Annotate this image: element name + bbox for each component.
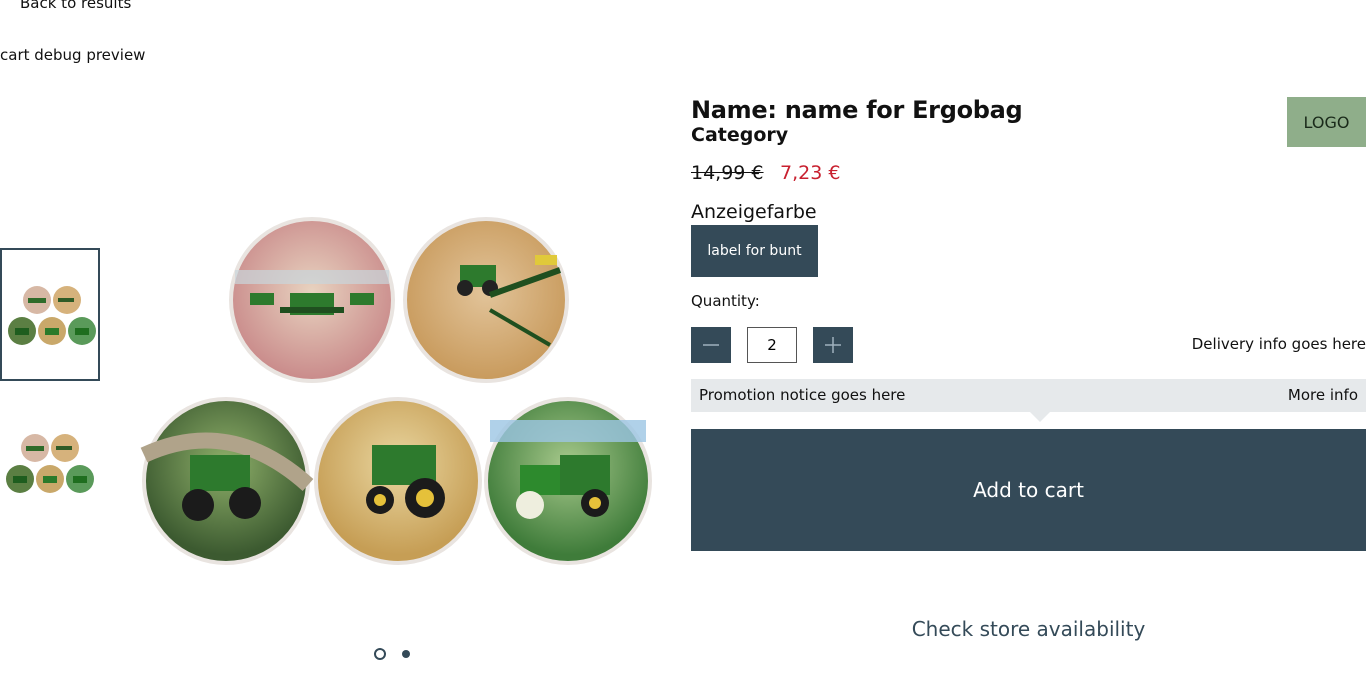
carousel-dots <box>374 648 410 660</box>
plate-tractor-field <box>314 397 482 565</box>
brand-logo: LOGO <box>1287 97 1366 147</box>
thumbnail-image <box>6 434 94 493</box>
carousel-dot-2[interactable] <box>402 650 410 658</box>
product-title: Name: name for Ergobag <box>691 96 1023 124</box>
promotion-text: Promotion notice goes here <box>699 386 906 404</box>
color-option-bunt[interactable]: label for bunt <box>691 225 818 277</box>
color-label: Anzeigefarbe <box>691 201 817 223</box>
product-category: Category <box>691 124 789 146</box>
thumbnail-2[interactable] <box>0 398 100 531</box>
quantity-decrease-button[interactable] <box>691 327 731 363</box>
original-price: 14,99 € <box>691 162 764 184</box>
thumbnail-1[interactable] <box>0 248 100 381</box>
add-to-cart-button[interactable]: Add to cart <box>691 429 1366 551</box>
plate-tractor-road <box>140 397 314 565</box>
promotion-notice: Promotion notice goes here More info <box>691 379 1366 412</box>
plate-combine-harvesters <box>229 217 395 383</box>
sale-price: 7,23 € <box>780 162 841 184</box>
carousel-dot-1[interactable] <box>374 648 386 660</box>
thumbnail-image <box>8 286 96 345</box>
minus-icon <box>703 344 719 346</box>
plus-icon <box>825 337 841 353</box>
more-info-link[interactable]: More info <box>1288 386 1358 404</box>
plate-tractor-seeder <box>403 217 569 383</box>
quantity-label: Quantity: <box>691 292 760 310</box>
quantity-increase-button[interactable] <box>813 327 853 363</box>
quantity-input[interactable] <box>747 327 797 363</box>
delivery-info: Delivery info goes here <box>1191 335 1366 353</box>
check-store-availability-link[interactable]: Check store availability <box>691 617 1366 641</box>
plate-tractor-baler <box>484 397 652 565</box>
main-product-image <box>140 217 652 565</box>
cart-debug-preview: cart debug preview <box>0 46 146 64</box>
back-to-results-link[interactable]: Back to results <box>20 0 131 12</box>
promotion-caret <box>1030 412 1050 422</box>
